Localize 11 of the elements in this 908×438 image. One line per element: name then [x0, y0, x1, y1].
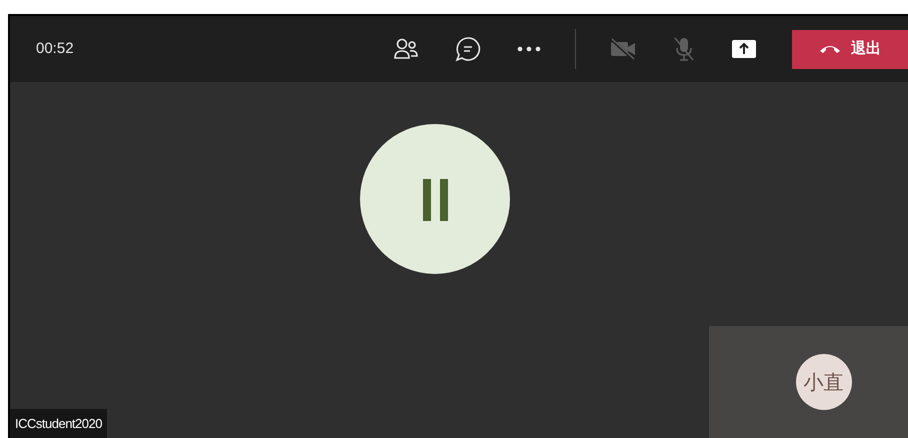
more-icon [517, 46, 541, 52]
participant-name: ICCstudent2020 [10, 408, 107, 438]
microphone-off-icon [672, 36, 696, 62]
chat-icon [455, 36, 481, 62]
hang-up-icon [819, 44, 841, 54]
user-avatar: 小直 [796, 354, 852, 410]
call-timer: 00:52 [36, 38, 74, 59]
leave-button[interactable]: 退出 [792, 30, 908, 68]
camera-off-icon [609, 38, 637, 60]
share-screen-icon [731, 39, 757, 59]
people-icon [393, 37, 419, 61]
